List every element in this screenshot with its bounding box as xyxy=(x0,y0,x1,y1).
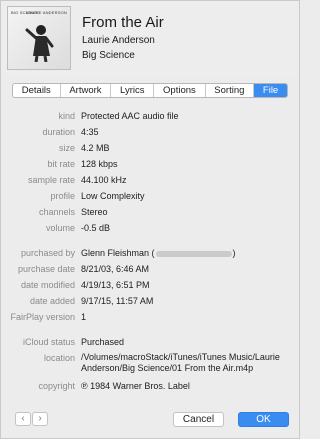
sample-rate-label: sample rate xyxy=(27,175,75,185)
profile-value: Low Complexity xyxy=(81,191,145,201)
copyright-label: copyright xyxy=(38,381,75,391)
row-bit-rate: bit rate 128 kbps xyxy=(1,158,299,172)
sample-rate-value: 44.100 kHz xyxy=(81,175,127,185)
row-sample-rate: sample rate 44.100 kHz xyxy=(1,174,299,188)
row-date-added: date added 9/17/15, 11:57 AM xyxy=(1,295,299,309)
copyright-value: ℗ 1984 Warner Bros. Label xyxy=(81,381,190,391)
album-art-text-right: LAURIE ANDERSON xyxy=(25,10,67,15)
channels-label: channels xyxy=(38,207,75,217)
volume-label: volume xyxy=(45,223,75,233)
row-volume: volume -0.5 dB xyxy=(1,222,299,236)
channels-value: Stereo xyxy=(81,207,108,217)
purchaser-close-paren: ) xyxy=(232,248,236,258)
location-value[interactable]: /Volumes/macroStack/iTunes/iTunes Music/… xyxy=(81,352,293,374)
row-date-modified: date modified 4/19/13, 6:51 PM xyxy=(1,279,299,293)
row-size: size 4.2 MB xyxy=(1,142,299,156)
purchased-by-label: purchased by xyxy=(20,248,75,258)
icloud-status-value: Purchased xyxy=(81,337,125,347)
duration-value: 4:35 xyxy=(81,127,99,137)
date-added-value: 9/17/15, 11:57 AM xyxy=(81,296,154,306)
tab-lyrics[interactable]: Lyrics xyxy=(111,84,155,97)
next-track-button[interactable]: › xyxy=(32,412,48,426)
info-tabs: Details Artwork Lyrics Options Sorting F… xyxy=(12,83,288,98)
date-modified-value: 4/19/13, 6:51 PM xyxy=(81,280,150,290)
icloud-status-label: iCloud status xyxy=(22,337,75,347)
kind-value: Protected AAC audio file xyxy=(81,111,179,121)
previous-track-button[interactable]: ‹ xyxy=(15,412,31,426)
chevron-right-icon: › xyxy=(38,413,42,424)
fairplay-version-value: 1 xyxy=(81,312,87,322)
purchaser-name: Glenn Fleishman ( xyxy=(81,248,155,258)
size-value: 4.2 MB xyxy=(81,143,110,153)
row-purchased-by: purchased by Glenn Fleishman () xyxy=(1,247,299,261)
tab-sorting[interactable]: Sorting xyxy=(206,84,255,97)
file-info-panel: kind Protected AAC audio file duration 4… xyxy=(1,105,299,393)
purchased-by-value: Glenn Fleishman () xyxy=(81,247,293,259)
bit-rate-label: bit rate xyxy=(47,159,75,169)
row-channels: channels Stereo xyxy=(1,206,299,220)
purchase-date-value: 8/21/03, 6:46 AM xyxy=(81,264,150,274)
tab-artwork[interactable]: Artwork xyxy=(61,84,112,97)
tab-options[interactable]: Options xyxy=(154,84,206,97)
row-fairplay-version: FairPlay version 1 xyxy=(1,311,299,325)
redacted-email xyxy=(155,250,232,257)
row-purchase-date: purchase date 8/21/03, 6:46 AM xyxy=(1,263,299,277)
row-profile: profile Low Complexity xyxy=(1,190,299,204)
tab-file[interactable]: File xyxy=(254,84,287,97)
purchase-date-label: purchase date xyxy=(17,264,75,274)
row-location: location /Volumes/macroStack/iTunes/iTun… xyxy=(1,352,299,376)
profile-label: profile xyxy=(50,191,75,201)
fairplay-version-label: FairPlay version xyxy=(10,312,75,322)
row-kind: kind Protected AAC audio file xyxy=(1,110,299,124)
track-title: From the Air xyxy=(82,14,164,31)
duration-label: duration xyxy=(42,127,75,137)
row-duration: duration 4:35 xyxy=(1,126,299,140)
cancel-button[interactable]: Cancel xyxy=(173,412,224,427)
size-label: size xyxy=(58,143,75,153)
tab-details[interactable]: Details xyxy=(13,84,61,97)
location-label: location xyxy=(43,353,75,363)
chevron-left-icon: ‹ xyxy=(21,413,25,424)
kind-label: kind xyxy=(58,111,75,121)
bit-rate-value: 128 kbps xyxy=(81,159,118,169)
row-copyright: copyright ℗ 1984 Warner Bros. Label xyxy=(1,380,299,394)
date-added-label: date added xyxy=(29,296,75,306)
row-icloud-status: iCloud status Purchased xyxy=(1,336,299,350)
ok-button[interactable]: OK xyxy=(238,412,289,427)
track-album: Big Science xyxy=(82,50,135,61)
date-modified-label: date modified xyxy=(20,280,75,290)
album-art: BIG SCIENCE LAURIE ANDERSON xyxy=(8,7,70,69)
track-header: BIG SCIENCE LAURIE ANDERSON From the Air… xyxy=(1,1,299,77)
volume-value: -0.5 dB xyxy=(81,223,111,233)
get-info-window: BIG SCIENCE LAURIE ANDERSON From the Air… xyxy=(0,0,300,439)
album-art-figure xyxy=(25,25,54,62)
track-artist: Laurie Anderson xyxy=(82,35,155,46)
